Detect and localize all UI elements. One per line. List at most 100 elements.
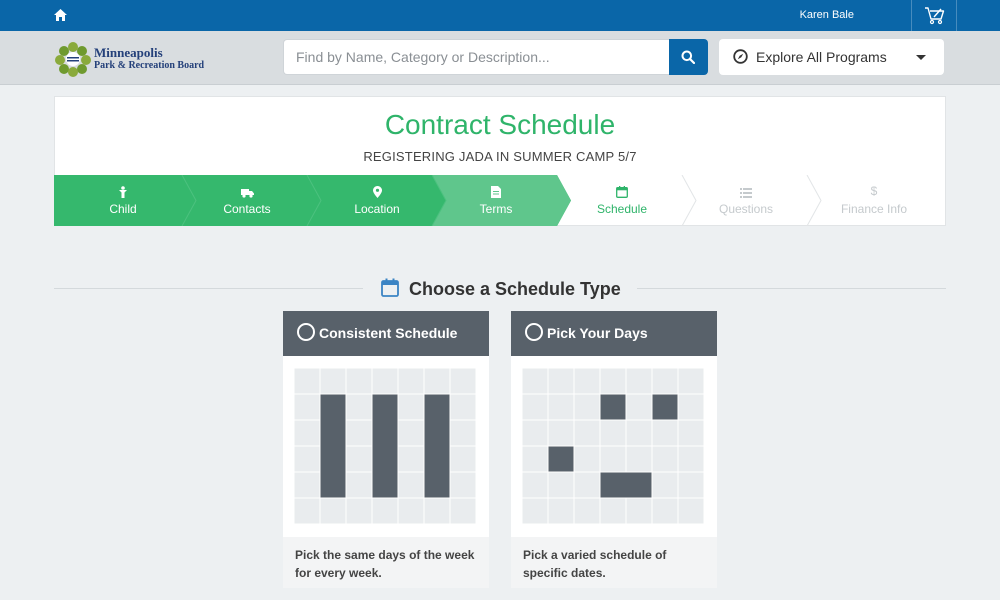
child-icon: [119, 186, 127, 198]
schedule-grid-cell: [600, 368, 626, 394]
schedule-grid-cell: [548, 368, 574, 394]
schedule-grid-cell: [678, 498, 704, 524]
section-title: Choose a Schedule Type: [409, 279, 621, 299]
schedule-grid-cell: [294, 446, 320, 472]
schedule-grid-cell: [398, 446, 424, 472]
schedule-grid-selected: [600, 394, 626, 420]
step-label: Questions: [718, 202, 774, 216]
schedule-grid-cell: [320, 368, 346, 394]
schedule-grid-cell: [574, 394, 600, 420]
list-icon: [740, 188, 752, 198]
schedule-grid-selected: [600, 472, 652, 498]
schedule-grid-selected: [320, 394, 346, 498]
top-bar: Karen Bale: [0, 0, 1000, 31]
step-finance-info[interactable]: $ Finance Info: [809, 175, 939, 226]
schedule-grid-cell: [652, 472, 678, 498]
schedule-grid-cell: [652, 446, 678, 472]
option-description: Pick the same days of the week for every…: [295, 548, 475, 580]
section-divider-right: [637, 288, 946, 289]
step-child[interactable]: Child: [54, 175, 192, 226]
pick-your-days-illustration: [522, 368, 704, 524]
option-description-area: Pick a varied schedule of specific dates…: [511, 537, 717, 588]
schedule-grid-cell: [346, 498, 372, 524]
step-label: Finance Info: [840, 202, 908, 216]
schedule-grid-cell: [678, 472, 704, 498]
explore-programs-dropdown[interactable]: Explore All Programs: [719, 39, 944, 75]
schedule-grid-cell: [522, 498, 548, 524]
step-terms[interactable]: Terms: [434, 175, 558, 226]
schedule-grid-cell: [574, 368, 600, 394]
schedule-grid-cell: [450, 394, 476, 420]
search-icon: [681, 50, 695, 64]
schedule-grid-cell: [294, 472, 320, 498]
topbar-divider: [956, 0, 957, 31]
schedule-grid-cell: [522, 368, 548, 394]
step-location[interactable]: Location: [302, 175, 452, 226]
schedule-grid-cell: [574, 420, 600, 446]
schedule-grid-cell: [652, 368, 678, 394]
schedule-grid-cell: [574, 446, 600, 472]
schedule-grid-cell: [294, 368, 320, 394]
logo[interactable]: Minneapolis Park & Recreation Board: [54, 40, 214, 78]
step-label: Location: [354, 202, 400, 216]
option-title: Consistent Schedule: [319, 325, 458, 341]
schedule-grid-cell: [626, 394, 652, 420]
schedule-grid-cell: [626, 498, 652, 524]
schedule-grid-cell: [372, 368, 398, 394]
option-pick-your-days[interactable]: Pick Your Days Pick a varied schedule of…: [511, 311, 717, 588]
truck-icon: [240, 189, 254, 198]
schedule-grid-cell: [548, 420, 574, 446]
schedule-grid-cell: [424, 368, 450, 394]
schedule-grid-cell: [398, 420, 424, 446]
schedule-grid-selected: [424, 394, 450, 498]
home-icon[interactable]: [53, 8, 68, 22]
explore-programs-label: Explore All Programs: [756, 49, 887, 65]
schedule-grid-cell: [372, 498, 398, 524]
cart-icon[interactable]: [924, 5, 946, 25]
schedule-grid-cell: [548, 394, 574, 420]
step-label: Schedule: [596, 202, 648, 216]
schedule-grid-cell: [678, 368, 704, 394]
schedule-grid-cell: [574, 472, 600, 498]
schedule-grid-cell: [398, 368, 424, 394]
document-icon: [491, 186, 501, 198]
option-title: Pick Your Days: [547, 325, 648, 341]
chevron-down-icon: [916, 55, 926, 60]
step-questions[interactable]: Questions: [684, 175, 808, 226]
schedule-grid-cell: [522, 472, 548, 498]
search-button[interactable]: [669, 39, 708, 75]
option-consistent-schedule[interactable]: Consistent Schedule Pick the same days o…: [283, 311, 489, 588]
schedule-grid-cell: [600, 498, 626, 524]
step-progress: Child Contacts Location Terms Schedule Q…: [54, 175, 946, 226]
schedule-grid-selected: [652, 394, 678, 420]
schedule-grid-cell: [522, 446, 548, 472]
user-name-link[interactable]: Karen Bale: [800, 9, 854, 21]
schedule-grid-cell: [652, 498, 678, 524]
option-description: Pick a varied schedule of specific dates…: [523, 548, 667, 580]
schedule-grid-cell: [626, 420, 652, 446]
radio-consistent-schedule[interactable]: [297, 323, 315, 341]
consistent-schedule-illustration: [294, 368, 476, 524]
step-contacts[interactable]: Contacts: [178, 175, 316, 226]
option-header[interactable]: Pick Your Days: [511, 311, 717, 356]
schedule-grid-cell: [600, 446, 626, 472]
schedule-grid-cell: [626, 446, 652, 472]
dollar-icon: $: [870, 184, 878, 198]
schedule-grid-cell: [294, 394, 320, 420]
schedule-grid-cell: [398, 472, 424, 498]
search-input[interactable]: [283, 39, 669, 75]
section-heading: Choose a Schedule Type: [364, 276, 636, 302]
schedule-grid-cell: [450, 420, 476, 446]
schedule-grid-cell: [346, 420, 372, 446]
step-schedule[interactable]: Schedule: [560, 175, 684, 226]
registration-card: Contract Schedule REGISTERING JADA IN SU…: [54, 96, 946, 226]
schedule-grid-cell: [626, 368, 652, 394]
schedule-grid-cell: [294, 498, 320, 524]
option-header[interactable]: Consistent Schedule: [283, 311, 489, 356]
step-label: Terms: [479, 202, 513, 216]
schedule-grid-cell: [600, 420, 626, 446]
schedule-grid-cell: [450, 498, 476, 524]
schedule-grid-cell: [346, 394, 372, 420]
schedule-grid-cell: [346, 368, 372, 394]
radio-pick-your-days[interactable]: [525, 323, 543, 341]
